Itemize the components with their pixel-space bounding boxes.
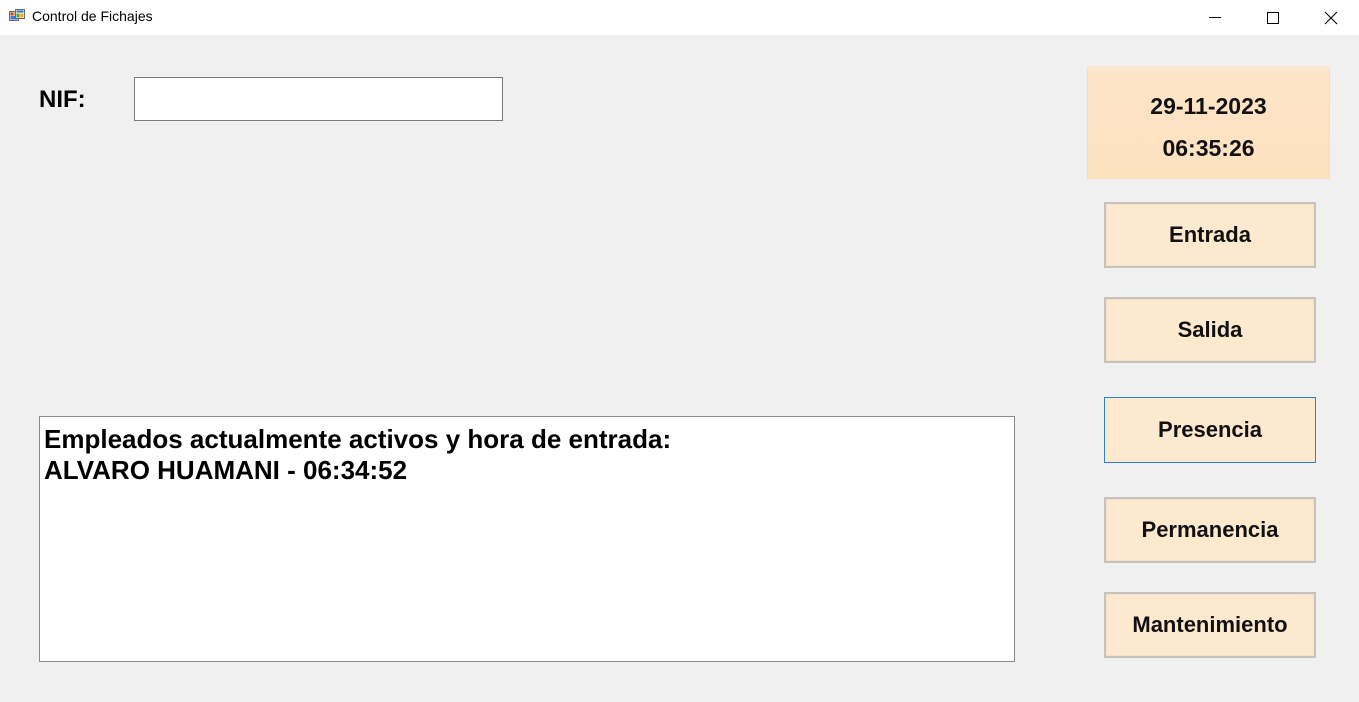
nif-input[interactable] [134, 77, 503, 121]
mantenimiento-button[interactable]: Mantenimiento [1104, 592, 1316, 658]
minimize-icon [1209, 17, 1221, 18]
app-form-icon [9, 9, 25, 21]
clock-panel: 29-11-2023 06:35:26 [1087, 66, 1330, 179]
clock-time: 06:35:26 [1162, 135, 1255, 161]
permanencia-button[interactable]: Permanencia [1104, 497, 1316, 563]
window-title: Control de Fichajes [32, 8, 153, 24]
nif-label: NIF: [39, 86, 86, 113]
list-header: Empleados actualmente activos y hora de … [44, 424, 672, 454]
main-window: Control de Fichajes NIF: 29-11-2023 06:3… [0, 0, 1359, 702]
close-button[interactable] [1302, 0, 1359, 35]
list-item: ALVARO HUAMANI - 06:34:52 [44, 455, 408, 485]
title-bar: Control de Fichajes [0, 0, 1359, 35]
minimize-button[interactable] [1186, 0, 1244, 35]
close-icon [1324, 11, 1338, 25]
maximize-icon [1267, 12, 1279, 24]
entrada-button[interactable]: Entrada [1104, 202, 1316, 268]
salida-button[interactable]: Salida [1104, 297, 1316, 363]
clock-date: 29-11-2023 [1150, 93, 1267, 119]
maximize-button[interactable] [1244, 0, 1302, 35]
presencia-button[interactable]: Presencia [1104, 397, 1316, 463]
active-employees-list[interactable]: Empleados actualmente activos y hora de … [39, 416, 1015, 662]
